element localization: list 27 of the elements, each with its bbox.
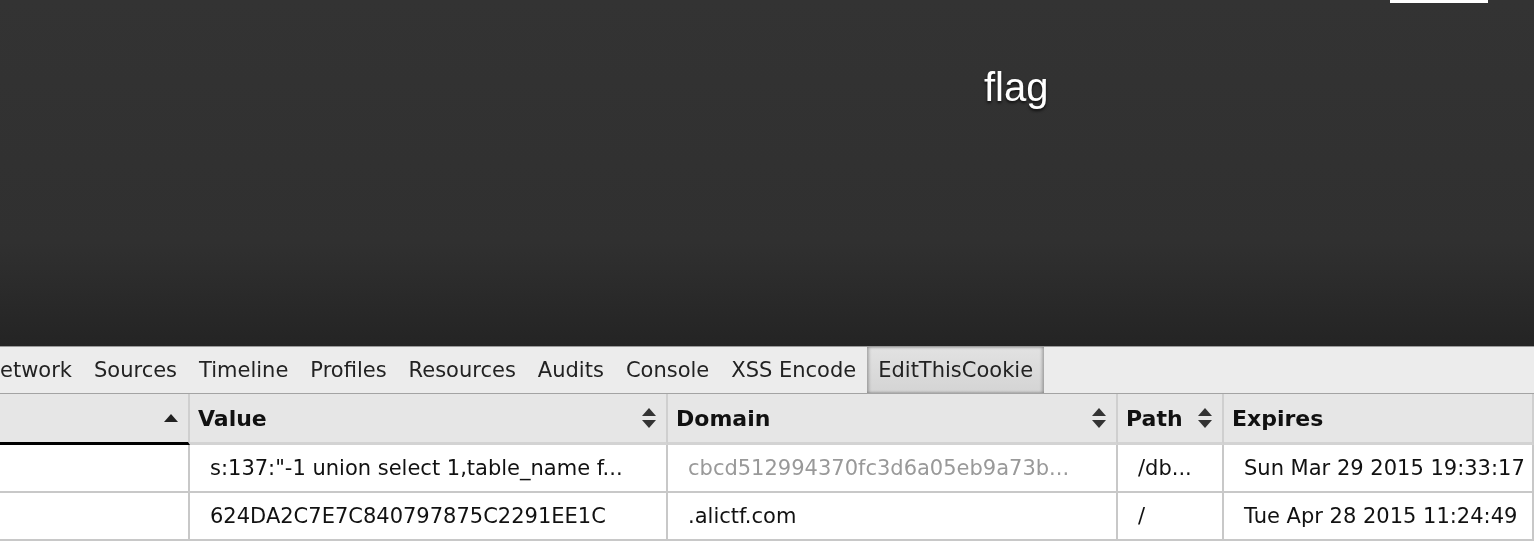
column-header[interactable]: Domain <box>668 394 1118 445</box>
cell-text: s:137:"-1 union select 1,table_name f... <box>210 456 623 480</box>
column-header[interactable]: Path <box>1118 394 1224 445</box>
column-label: Value <box>198 405 267 431</box>
devtools-tab[interactable]: etwork <box>0 347 83 393</box>
column-header[interactable]: Expires <box>1224 394 1534 445</box>
devtools-tab[interactable]: EditThisCookie <box>867 347 1045 393</box>
devtools-tab[interactable]: Resources <box>397 347 527 393</box>
cell-text: cbcd512994370fc3d6a05eb9a73b... <box>688 456 1070 480</box>
devtools-tab[interactable]: Console <box>614 347 721 393</box>
column-header[interactable]: Value <box>190 394 668 445</box>
cell-text: Tue Apr 28 2015 11:24:49 <box>1244 504 1518 528</box>
cell-text: .alictf.com <box>688 504 797 528</box>
column-label: Domain <box>676 405 771 431</box>
column-label: Expires <box>1232 405 1324 431</box>
devtools-tab[interactable]: Profiles <box>299 347 398 393</box>
devtools-tab[interactable]: Timeline <box>188 347 300 393</box>
column-label: Path <box>1126 405 1183 431</box>
devtools-tab[interactable]: Sources <box>83 347 189 393</box>
cell-text: 624DA2C7E7C840797875C2291EE1C <box>210 504 606 528</box>
devtools-tab[interactable]: Audits <box>526 347 615 393</box>
cell-text: Sun Mar 29 2015 19:33:17 <box>1244 456 1525 480</box>
devtools-tab[interactable]: XSS Encode <box>720 347 868 393</box>
cell-text: /db... <box>1138 456 1192 480</box>
page-heading: flag <box>984 64 1049 111</box>
cell-text: / <box>1138 504 1146 528</box>
column-header[interactable] <box>0 394 190 445</box>
